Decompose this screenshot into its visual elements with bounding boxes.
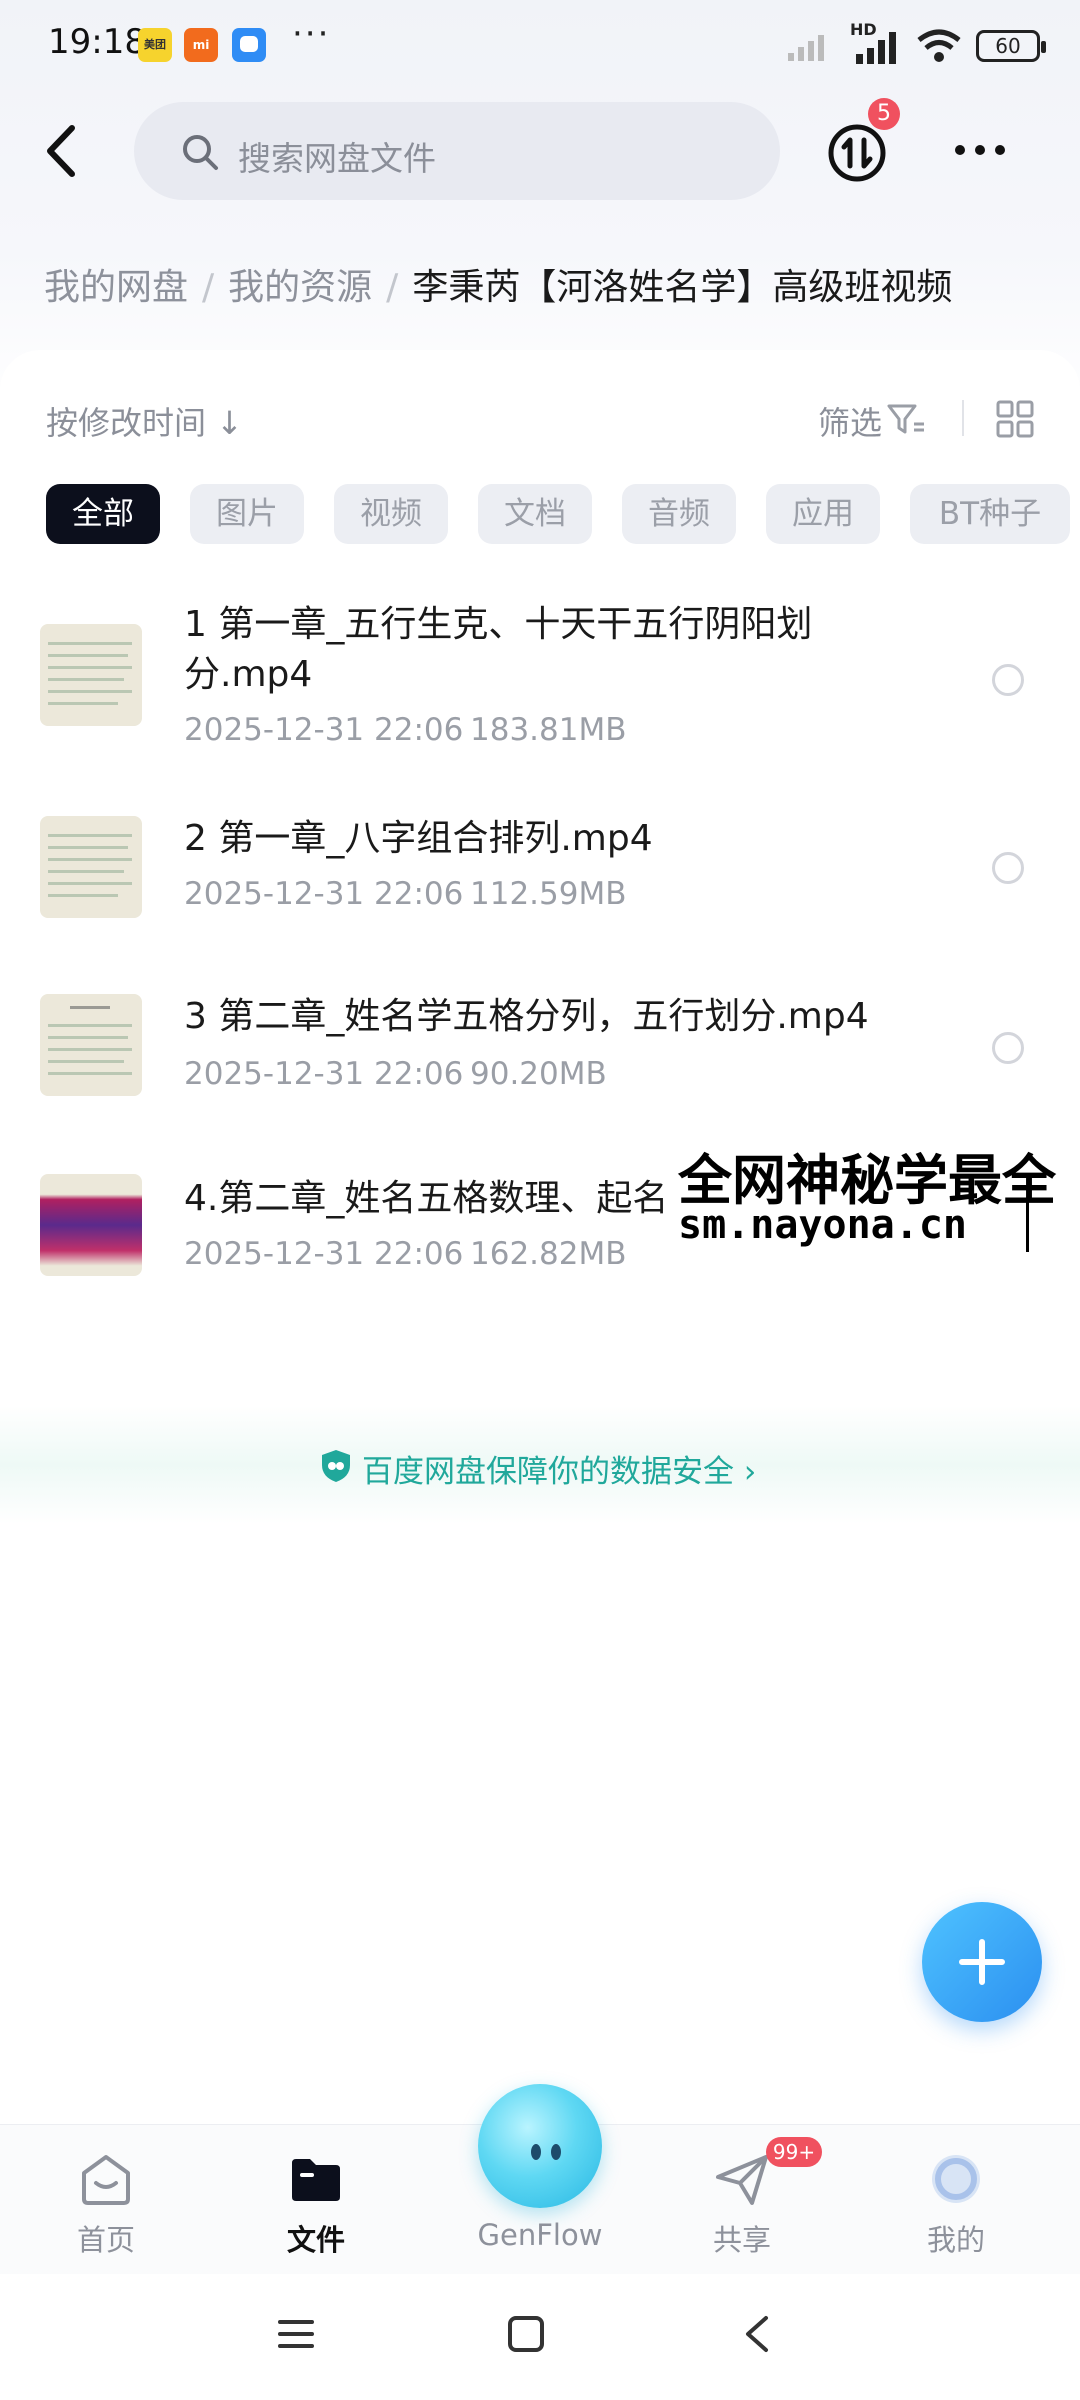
video-thumbnail: [40, 816, 142, 918]
nav-files-label: 文件: [286, 2223, 345, 2257]
nav-profile[interactable]: 我的: [876, 2125, 1036, 2275]
file-size: 183.81MB: [470, 712, 627, 748]
back-button[interactable]: [34, 118, 94, 184]
transfer-badge: 5: [868, 98, 900, 130]
meituan-app-icon: 美团: [138, 28, 172, 62]
file-date: 2025-12-31 22:06: [184, 876, 464, 912]
plus-icon: [959, 1939, 1005, 1985]
transfer-list-button[interactable]: 5: [826, 98, 900, 184]
nav-profile-label: 我的: [926, 2223, 985, 2257]
system-back-icon[interactable]: [738, 2314, 778, 2354]
breadcrumb-current-folder: 李秉芮【河洛姓名学】高级班视频: [412, 267, 953, 308]
tab-all[interactable]: 全部: [46, 484, 160, 544]
select-radio[interactable]: [992, 664, 1024, 696]
list-item[interactable]: 1 第一章_五行生克、十天干五行阴阳划 分.mp4 2025-12-31 22:…: [0, 580, 1080, 750]
chat-app-icon: [232, 28, 266, 62]
nav-home-label: 首页: [76, 2223, 135, 2257]
status-time: 19:18: [48, 22, 146, 62]
video-thumbnail: [40, 994, 142, 1096]
filter-button[interactable]: 筛选: [818, 398, 882, 444]
file-name: 3 第二章_姓名学五格分列，五行划分.mp4: [184, 996, 869, 1037]
more-options-button[interactable]: [950, 130, 1010, 170]
file-size: 112.59MB: [470, 876, 627, 912]
wifi-icon: [917, 29, 961, 62]
tab-images[interactable]: 图片: [190, 484, 304, 544]
tab-audio[interactable]: 音频: [622, 484, 736, 544]
transfer-icon: [828, 124, 886, 182]
genflow-orb-icon[interactable]: [478, 2084, 602, 2208]
chevron-left-icon: [47, 125, 75, 177]
shield-icon: [322, 1450, 350, 1482]
profile-icon: [932, 2155, 980, 2203]
tab-videos[interactable]: 视频: [334, 484, 448, 544]
status-more-dots: ···: [292, 14, 331, 54]
nav-share[interactable]: 99+ 共享: [662, 2125, 822, 2275]
text-cursor: [1026, 1202, 1029, 1252]
mi-app-icon: mi: [184, 28, 218, 62]
breadcrumb-separator: /: [202, 267, 215, 308]
share-badge: 99+: [766, 2137, 822, 2167]
file-size: 90.20MB: [470, 1056, 607, 1092]
tab-apps[interactable]: 应用: [766, 484, 880, 544]
sort-by-modified-button[interactable]: 按修改时间 ↓: [46, 398, 243, 444]
file-date: 2025-12-31 22:06: [184, 1236, 464, 1272]
list-item[interactable]: 2 第一章_八字组合排列.mp4 2025-12-31 22:06 112.59…: [0, 800, 1080, 930]
data-safety-banner[interactable]: 百度网盘保障你的数据安全 ›: [0, 1406, 1080, 1524]
nav-share-label: 共享: [712, 2223, 771, 2257]
breadcrumb-separator: /: [386, 267, 399, 308]
battery-indicator: 60: [976, 30, 1046, 62]
select-radio[interactable]: [992, 852, 1024, 884]
safety-text: 百度网盘保障你的数据安全 ›: [362, 1454, 757, 1490]
file-name: 1 第一章_五行生克、十天干五行阴阳划: [184, 604, 813, 645]
watermark-line2: sm.nayona.cn: [678, 1202, 967, 1248]
file-date: 2025-12-31 22:06: [184, 1056, 464, 1092]
breadcrumb-item-my-drive[interactable]: 我的网盘: [44, 267, 188, 308]
share-plane-icon: [716, 2155, 768, 2205]
menu-icon[interactable]: [276, 2314, 316, 2354]
status-bar: 19:18 美团 mi ··· HD 60: [0, 0, 1080, 96]
genflow-face-icon: [531, 2144, 561, 2160]
tab-documents[interactable]: 文档: [478, 484, 592, 544]
home-icon: [82, 2155, 130, 2205]
video-thumbnail: [40, 1174, 142, 1276]
watermark-overlay: 全网神秘学最全 sm.nayona.cn: [674, 1136, 1080, 1256]
breadcrumb: 我的网盘 / 我的资源 / 李秉芮【河洛姓名学】高级班视频: [44, 258, 952, 310]
tab-bt-torrents[interactable]: BT种子: [910, 484, 1070, 544]
nav-files[interactable]: 文件: [236, 2125, 396, 2275]
file-name: 2 第一章_八字组合排列.mp4: [184, 818, 653, 859]
search-placeholder: 搜索网盘文件: [238, 139, 436, 178]
breadcrumb-item-my-resources[interactable]: 我的资源: [228, 267, 372, 308]
hd-signal-icon: HD: [850, 20, 902, 66]
filter-icon: [887, 404, 924, 434]
file-name-continued: 分.mp4: [184, 654, 313, 695]
grid-view-icon[interactable]: [996, 400, 1034, 438]
status-indicators: HD 60: [786, 20, 1046, 68]
search-icon: [183, 135, 218, 170]
system-navigation-bar: [0, 2274, 1080, 2400]
signal-icon: [788, 35, 824, 61]
search-input[interactable]: 搜索网盘文件: [134, 102, 780, 200]
nav-genflow-label[interactable]: GenFlow: [440, 2218, 640, 2252]
video-thumbnail: [40, 624, 142, 726]
toolbar-divider: [962, 400, 964, 436]
more-dots-icon: [955, 145, 1005, 155]
list-item[interactable]: 3 第二章_姓名学五格分列，五行划分.mp4 2025-12-31 22:06 …: [0, 980, 1080, 1110]
select-radio[interactable]: [992, 1032, 1024, 1064]
home-square-icon[interactable]: [506, 2314, 546, 2354]
add-button[interactable]: [922, 1902, 1042, 2022]
folder-icon: [292, 2159, 340, 2201]
file-date: 2025-12-31 22:06: [184, 712, 464, 748]
file-name: 4.第二章_姓名五格数理、起名: [184, 1178, 669, 1219]
file-size: 162.82MB: [470, 1236, 627, 1272]
nav-home[interactable]: 首页: [26, 2125, 186, 2275]
